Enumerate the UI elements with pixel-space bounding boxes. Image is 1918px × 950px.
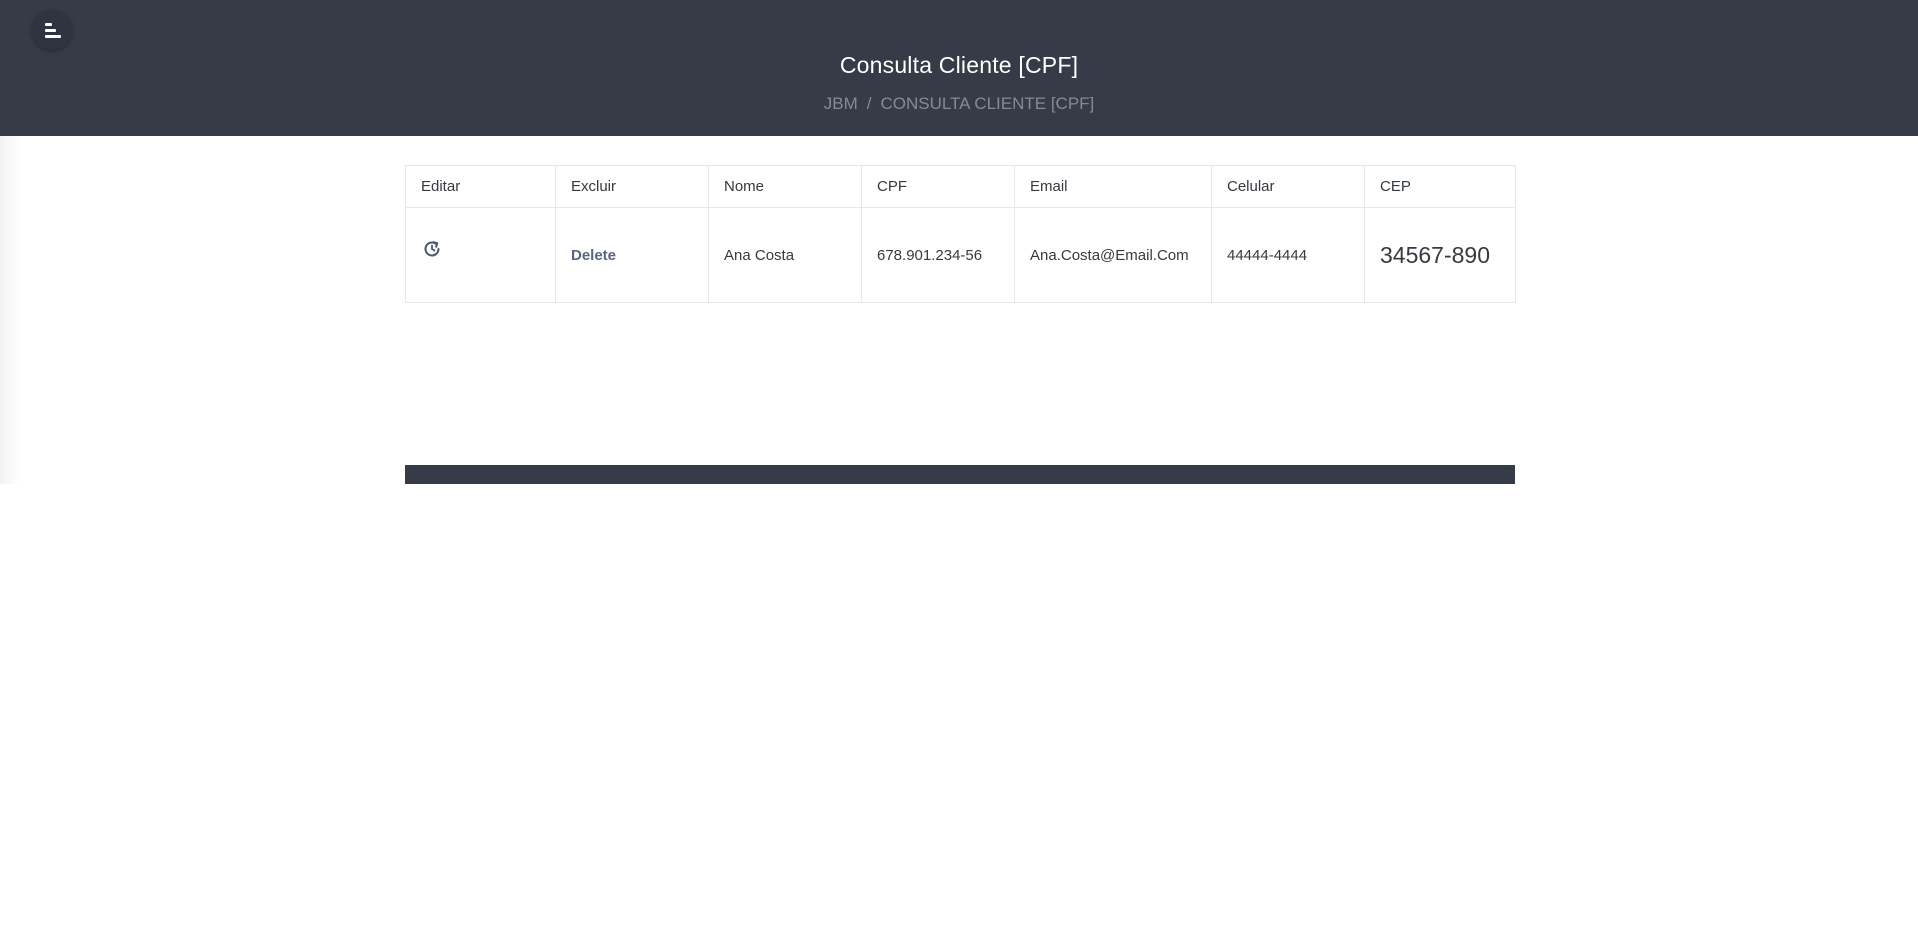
breadcrumb-root-link[interactable]: JBM (824, 94, 858, 113)
cpf-cell: 678.901.234-56 (861, 207, 1015, 303)
delete-cell: Delete (555, 207, 709, 303)
column-header-email: Email (1014, 165, 1212, 208)
page-header: Consulta Cliente [CPF] JBM / CONSULTA CLIE… (0, 0, 1918, 136)
menu-toggle-button[interactable] (32, 10, 72, 50)
edit-cell (405, 207, 556, 303)
column-header-nome: Nome (708, 165, 862, 208)
column-header-cpf: CPF (861, 165, 1015, 208)
breadcrumb-current: CONSULTA CLIENTE [CPF] (880, 94, 1095, 113)
menu-icon (45, 23, 52, 26)
footer-bar (405, 465, 1515, 484)
column-header-excluir: Excluir (555, 165, 709, 208)
refresh-edit-icon[interactable] (421, 238, 443, 260)
breadcrumb-separator: / (866, 94, 872, 113)
clients-table: Editar Excluir Nome CPF Email Celular CE… (405, 165, 1516, 303)
email-cell: Ana.Costa@Email.Com (1014, 207, 1212, 303)
column-header-celular: Celular (1211, 165, 1365, 208)
cep-cell: 34567-890 (1364, 207, 1516, 303)
nome-cell: Ana Costa (708, 207, 862, 303)
table-row: Delete Ana Costa 678.901.234-56 Ana.Cost… (405, 207, 1516, 303)
page-title: Consulta Cliente [CPF] (839, 52, 1079, 78)
column-header-editar: Editar (405, 165, 556, 208)
column-header-cep: CEP (1364, 165, 1516, 208)
celular-cell: 44444-4444 (1211, 207, 1365, 303)
delete-link[interactable]: Delete (571, 247, 616, 264)
breadcrumb: JBM / CONSULTA CLIENTE [CPF] (0, 94, 1918, 114)
table-header-row: Editar Excluir Nome CPF Email Celular CE… (405, 165, 1516, 208)
